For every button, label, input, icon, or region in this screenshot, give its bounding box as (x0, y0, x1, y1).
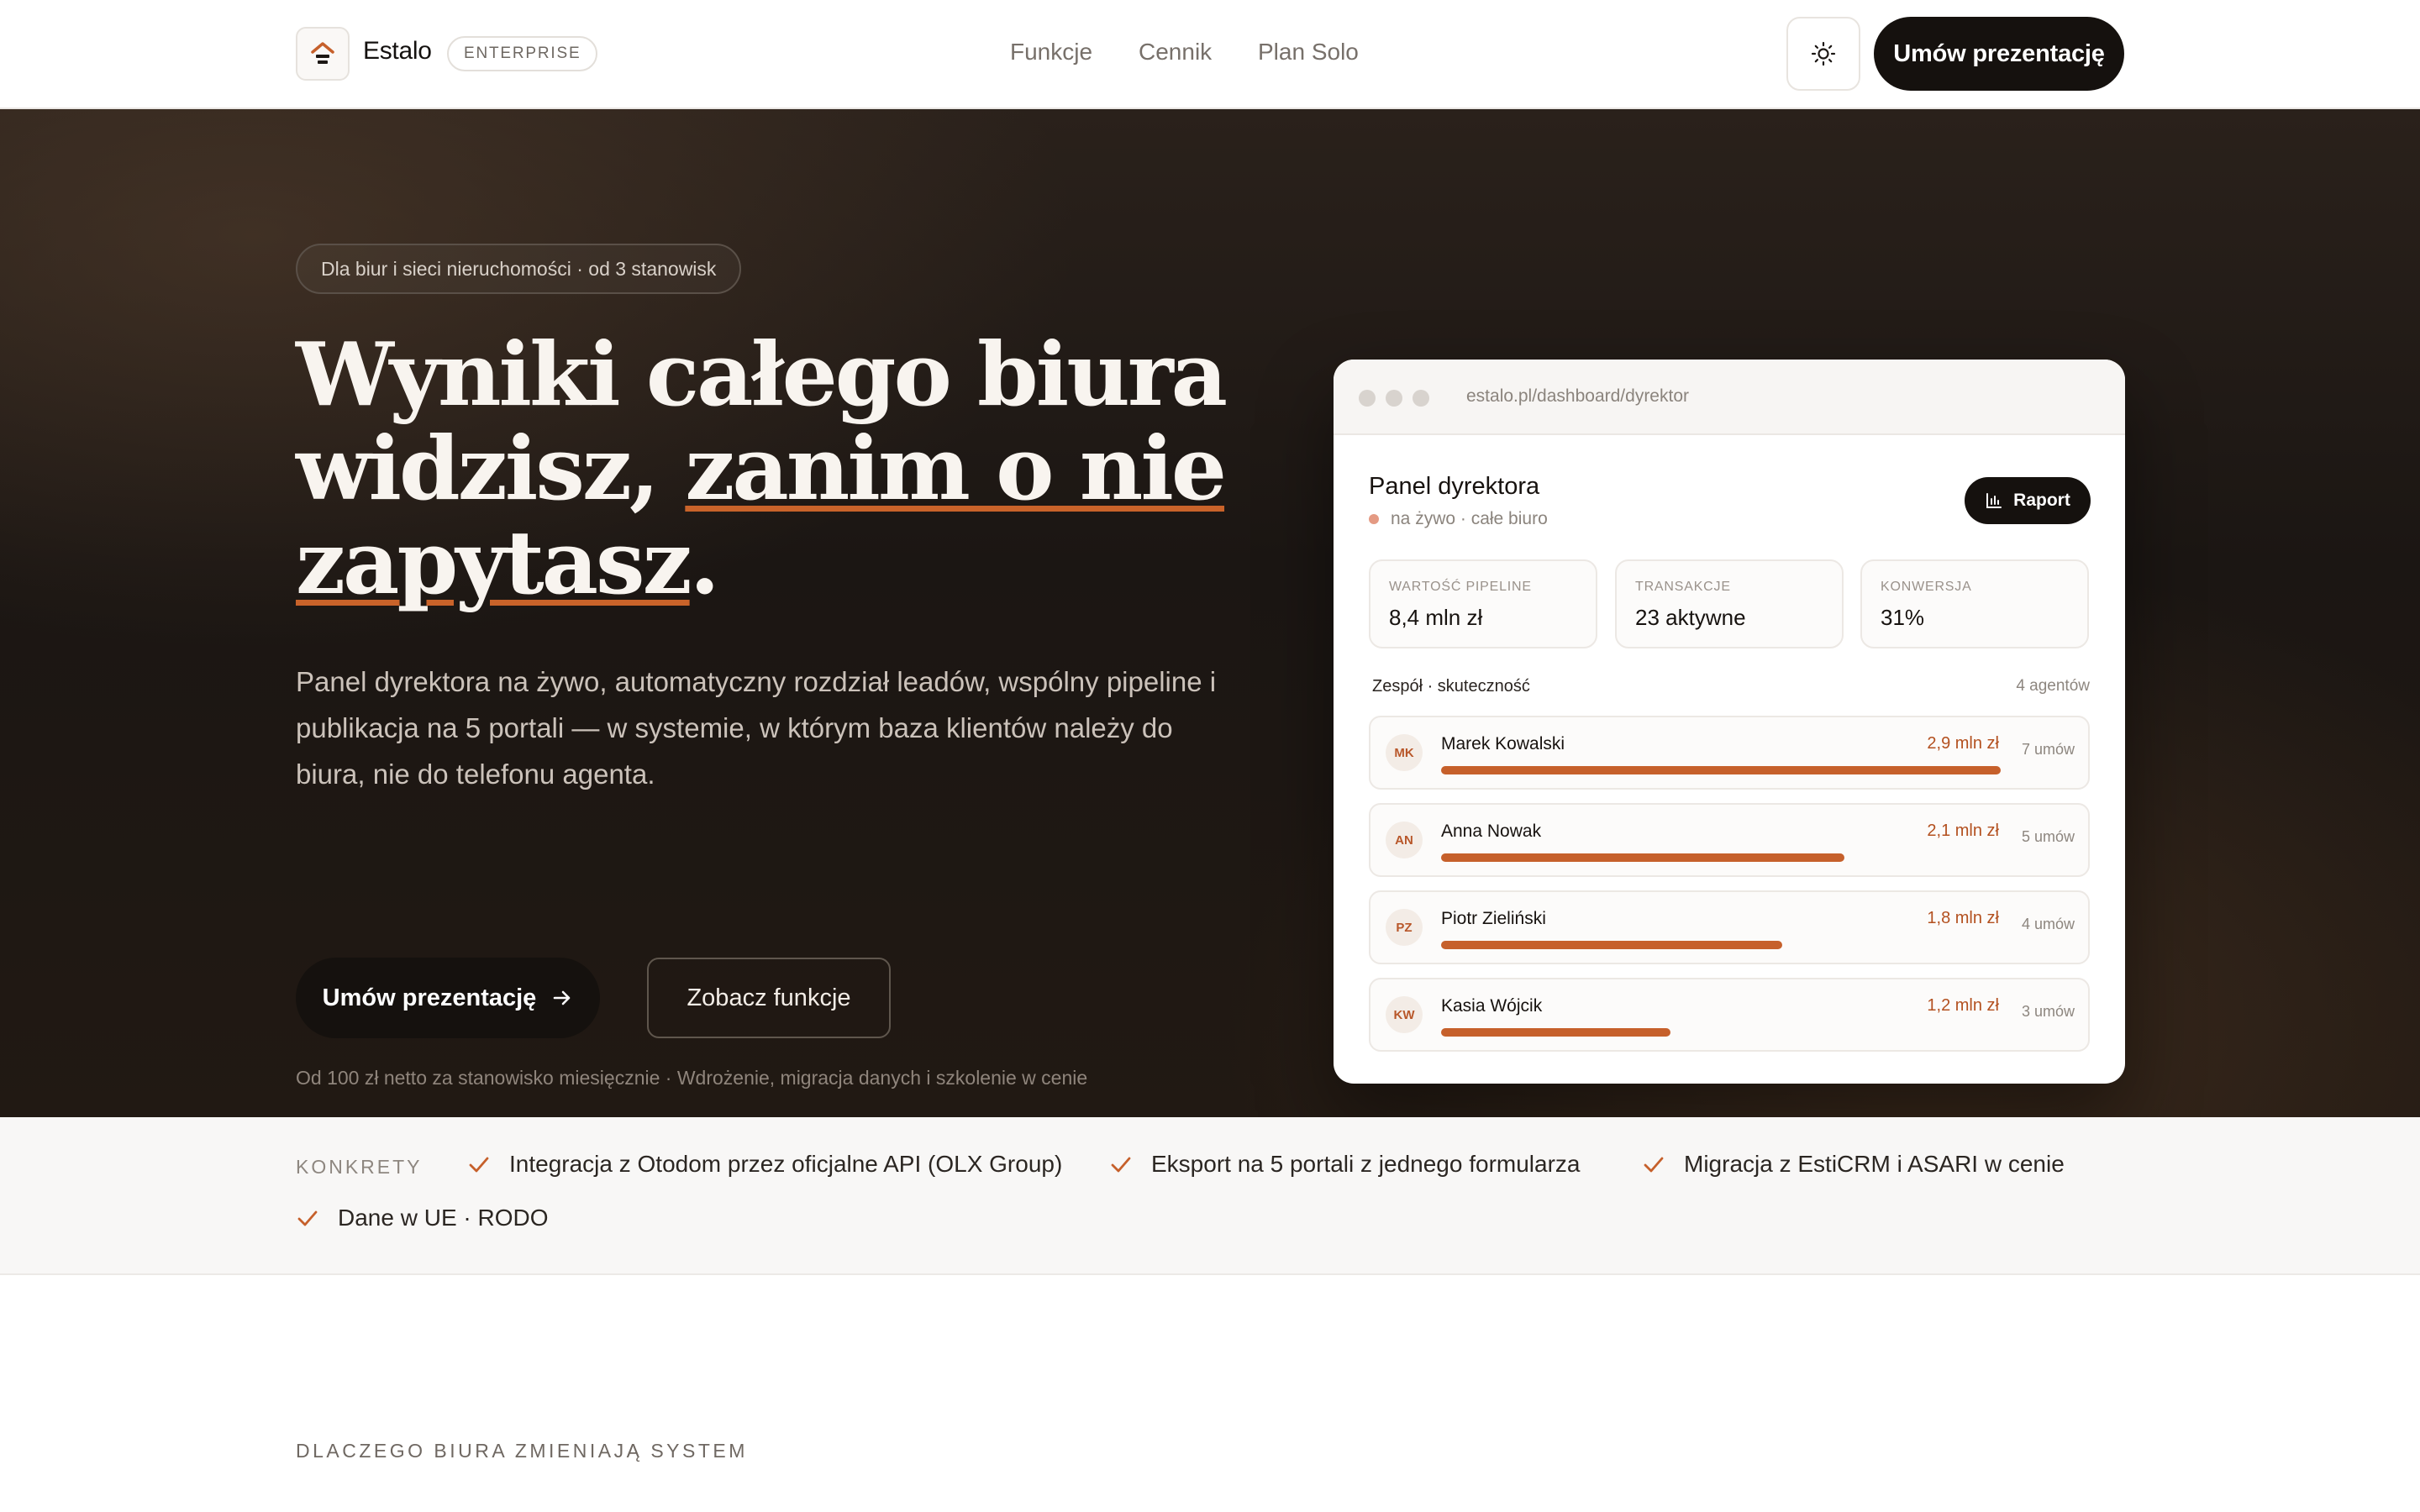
agent-amount: 2,1 mln zł (1927, 822, 1999, 840)
theme-toggle-button[interactable] (1786, 17, 1860, 91)
hero-title-line-1: Wyniki całego biura (296, 323, 1228, 426)
team-heading: Zespół · skuteczność (1372, 677, 1530, 696)
hero-demo-button[interactable]: Umów prezentację (296, 958, 600, 1038)
agent-deals: 4 umów (2021, 916, 2075, 932)
window-dot-icon (1386, 390, 1402, 407)
strip-item: Eksport na 5 portali z jednego formularz… (1109, 1151, 1581, 1178)
logo-icon[interactable] (296, 27, 350, 81)
stat-conversion: KONWERSJA 31% (1860, 559, 2089, 648)
strip-item-text: Migracja z EstiCRM i ASARI w cenie (1684, 1151, 2065, 1177)
nav-link-cennik[interactable]: Cennik (1139, 39, 1212, 66)
stat-label: KONWERSJA (1881, 580, 1972, 594)
agent-row[interactable]: MK Marek Kowalski 2,9 mln zł 7 umów (1369, 716, 2090, 790)
panel-title: Panel dyrektora (1369, 473, 1540, 500)
hero-title-plain: widzisz, (296, 417, 686, 520)
hero-title-highlight-2: zapytasz (296, 511, 692, 614)
stat-value: 23 aktywne (1635, 605, 1746, 630)
enterprise-badge: ENTERPRISE (447, 36, 598, 71)
pricing-note: Od 100 zł netto za stanowisko miesięczni… (296, 1067, 1088, 1089)
strip-item-text: Eksport na 5 portali z jednego formularz… (1151, 1151, 1581, 1177)
progress-track (1441, 941, 2001, 949)
arrow-right-icon (554, 990, 571, 1005)
section-eyebrow: DLACZEGO BIURA ZMIENIAJĄ SYSTEM (296, 1440, 748, 1462)
brand-name[interactable]: Estalo (363, 37, 432, 66)
progress-fill (1441, 941, 1783, 949)
report-button[interactable]: Raport (1965, 477, 2091, 524)
strip-item: Integracja z Otodom przez oficjalne API … (467, 1151, 1062, 1178)
stat-pipeline: WARTOŚĆ PIPELINE 8,4 mln zł (1369, 559, 1597, 648)
browser-bar: estalo.pl/dashboard/dyrektor (1334, 360, 2125, 435)
strip-item: Migracja z EstiCRM i ASARI w cenie (1642, 1151, 2065, 1178)
agent-name: Marek Kowalski (1441, 734, 1565, 753)
stat-label: WARTOŚĆ PIPELINE (1389, 580, 1532, 594)
progress-track (1441, 766, 2001, 774)
hero-demo-button-label: Umów prezentację (322, 984, 537, 1011)
report-button-label: Raport (2013, 491, 2070, 510)
progress-track (1441, 1028, 2001, 1037)
avatar: AN (1386, 822, 1423, 858)
avatar: PZ (1386, 909, 1423, 946)
stat-value: 31% (1881, 605, 1925, 630)
agent-row[interactable]: KW Kasia Wójcik 1,2 mln zł 3 umów (1369, 978, 2090, 1052)
check-icon (469, 1157, 489, 1173)
hero-description: Panel dyrektora na żywo, automatyczny ro… (296, 666, 1217, 790)
avatar: KW (1386, 996, 1423, 1033)
stat-value: 8,4 mln zł (1389, 605, 1483, 630)
progress-fill (1441, 1028, 1671, 1037)
agent-deals: 7 umów (2021, 741, 2075, 758)
see-features-button[interactable]: Zobacz funkcje (647, 958, 891, 1038)
features-strip: KONKRETY Integracja z Otodom przez oficj… (0, 1117, 2420, 1275)
dashboard-preview: estalo.pl/dashboard/dyrektor Panel dyrek… (1334, 360, 2125, 1084)
progress-fill (1441, 853, 1844, 862)
hero-title-period: . (689, 511, 720, 614)
nav-demo-button[interactable]: Umów prezentację (1874, 17, 2124, 91)
panel-subtitle-text: na żywo · całe biuro (1391, 509, 1548, 528)
strip-item: Dane w UE · RODO (296, 1205, 549, 1231)
panel-subtitle: na żywo · całe biuro (1369, 509, 1548, 529)
browser-url: estalo.pl/dashboard/dyrektor (1466, 386, 1689, 406)
window-dot-icon (1413, 390, 1429, 407)
nav-link-plan-solo[interactable]: Plan Solo (1258, 39, 1359, 66)
sun-icon (1811, 41, 1836, 66)
progress-track (1441, 853, 2001, 862)
agent-name: Piotr Zieliński (1441, 909, 1546, 928)
progress-fill (1441, 766, 2001, 774)
agent-deals: 5 umów (2021, 828, 2075, 845)
live-dot-icon (1369, 514, 1379, 524)
agent-amount: 1,2 mln zł (1927, 996, 1999, 1015)
bar-chart-icon (1986, 493, 2002, 508)
stat-label: TRANSAKCJE (1635, 580, 1731, 594)
agent-name: Anna Nowak (1441, 822, 1542, 841)
check-icon (1111, 1157, 1131, 1173)
stat-transactions: TRANSAKCJE 23 aktywne (1615, 559, 1844, 648)
strip-item-text: Dane w UE · RODO (338, 1205, 549, 1231)
check-icon (297, 1210, 318, 1226)
strip-item-text: Integracja z Otodom przez oficjalne API … (509, 1151, 1063, 1177)
nav-link-funkcje[interactable]: Funkcje (1010, 39, 1092, 66)
hero-title-line-2: widzisz, zanim o nie (296, 422, 1304, 516)
avatar: MK (1386, 734, 1423, 771)
agent-row[interactable]: AN Anna Nowak 2,1 mln zł 5 umów (1369, 803, 2090, 877)
agent-name: Kasia Wójcik (1441, 996, 1543, 1016)
hero-title-line-3: zapytasz. (296, 516, 1304, 610)
top-navbar: Estalo ENTERPRISE Funkcje Cennik Plan So… (0, 0, 2420, 109)
hero-title-highlight: zanim o nie (685, 417, 1227, 520)
agent-amount: 1,8 mln zł (1927, 909, 1999, 927)
window-dot-icon (1359, 390, 1376, 407)
agent-row[interactable]: PZ Piotr Zieliński 1,8 mln zł 4 umów (1369, 890, 2090, 964)
agent-amount: 2,9 mln zł (1927, 734, 1999, 753)
hero-title: Wyniki całego biura widzisz, zanim o nie… (296, 328, 1304, 610)
check-icon (1644, 1157, 1664, 1173)
hero-section: Dla biur i sieci nieruchomości · od 3 st… (0, 109, 2420, 1117)
agent-deals: 3 umów (2021, 1003, 2075, 1020)
audience-pill: Dla biur i sieci nieruchomości · od 3 st… (296, 244, 742, 294)
strip-label: KONKRETY (296, 1156, 423, 1178)
team-count: 4 agentów (2016, 677, 2090, 695)
